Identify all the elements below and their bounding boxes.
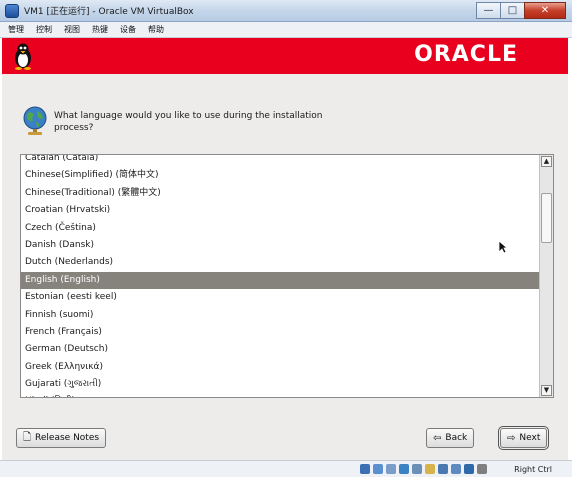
oracle-logo: ORACLE xyxy=(414,42,518,67)
status-tray-icons xyxy=(360,464,490,474)
language-prompt: What language would you like to use duri… xyxy=(54,111,323,133)
language-list-item[interactable]: Croatian (Hrvatski) xyxy=(21,202,539,219)
list-scrollbar[interactable]: ▲ ▼ xyxy=(539,155,553,397)
host-key-label: Right Ctrl xyxy=(514,465,552,474)
language-list-item[interactable]: Dutch (Nederlands) xyxy=(21,254,539,271)
menu-hotkey[interactable]: 热键 xyxy=(92,24,108,35)
menu-manage[interactable]: 管理 xyxy=(8,24,24,35)
language-list-item[interactable]: Danish (Dansk) xyxy=(21,237,539,254)
release-notes-button[interactable]: 🗋 Release Notes xyxy=(16,428,107,448)
language-list-item[interactable]: Gujarati (ગુજરાતી) xyxy=(21,376,539,393)
scroll-up-arrow-icon[interactable]: ▲ xyxy=(541,156,552,167)
language-list-items: Catalan (Català) Chinese(Simplified) (简体中… xyxy=(21,155,539,397)
language-list-item[interactable]: Catalan (Català) xyxy=(21,155,539,167)
language-list[interactable]: Catalan (Català) Chinese(Simplified) (简体中… xyxy=(20,154,554,398)
installer-header: ORACLE xyxy=(2,38,568,74)
shared-folders-icon[interactable] xyxy=(425,464,435,474)
window-title-bar[interactable]: VM1 [正在运行] - Oracle VM VirtualBox — □ ✕ xyxy=(0,0,572,22)
language-list-item[interactable]: Czech (Čeština) xyxy=(21,220,539,237)
window-controls: — □ ✕ xyxy=(476,2,566,19)
back-button[interactable]: ⇦ Back xyxy=(426,428,475,448)
optical-drive-icon[interactable] xyxy=(373,464,383,474)
keyboard-icon[interactable] xyxy=(477,464,487,474)
window-title: VM1 [正在运行] - Oracle VM VirtualBox xyxy=(24,7,194,17)
release-notes-label: Release Notes xyxy=(35,433,100,443)
language-list-item[interactable]: Chinese(Traditional) (繁體中文) xyxy=(21,185,539,202)
menu-control[interactable]: 控制 xyxy=(36,24,52,35)
virtualbox-app-icon xyxy=(5,4,19,18)
language-list-item[interactable]: Estonian (eesti keel) xyxy=(21,289,539,306)
vm-status-bar: Right Ctrl xyxy=(0,460,572,477)
maximize-button[interactable]: □ xyxy=(500,2,525,19)
language-list-item[interactable]: Chinese(Simplified) (简体中文) xyxy=(21,167,539,184)
menu-devices[interactable]: 设备 xyxy=(120,24,136,35)
installer-main-panel: What language would you like to use duri… xyxy=(2,74,568,460)
language-list-item[interactable]: French (Français) xyxy=(21,324,539,341)
language-list-item[interactable]: Finnish (suomi) xyxy=(21,307,539,324)
network-icon[interactable] xyxy=(399,464,409,474)
usb-icon[interactable] xyxy=(412,464,422,474)
document-icon: 🗋 xyxy=(23,431,32,443)
next-arrow-icon: ⇨ xyxy=(507,432,516,444)
menu-view[interactable]: 视图 xyxy=(64,24,80,35)
capture-icon[interactable] xyxy=(451,464,461,474)
close-button[interactable]: ✕ xyxy=(524,2,566,19)
language-list-item[interactable]: Greek (Ελληνικά) xyxy=(21,359,539,376)
menu-bar: 管理 控制 视图 热键 设备 帮助 xyxy=(0,22,572,38)
mouse-integration-icon[interactable] xyxy=(464,464,474,474)
harddisk-icon[interactable] xyxy=(360,464,370,474)
next-button[interactable]: ⇨ Next xyxy=(497,426,550,450)
audio-icon[interactable] xyxy=(386,464,396,474)
tux-penguin-icon xyxy=(15,43,31,70)
back-arrow-icon: ⇦ xyxy=(433,432,442,444)
mouse-cursor-icon xyxy=(498,240,508,254)
language-list-item[interactable]: English (English) xyxy=(21,271,539,290)
language-list-item[interactable]: Hindi (हिन्दी) xyxy=(21,393,539,397)
minimize-button[interactable]: — xyxy=(476,2,501,19)
language-list-item[interactable]: German (Deutsch) xyxy=(21,341,539,358)
scroll-down-arrow-icon[interactable]: ▼ xyxy=(541,385,552,396)
next-label: Next xyxy=(519,433,541,443)
globe-icon xyxy=(23,106,47,135)
back-label: Back xyxy=(445,433,468,443)
display-icon[interactable] xyxy=(438,464,448,474)
scroll-thumb[interactable] xyxy=(541,193,552,243)
menu-help[interactable]: 帮助 xyxy=(148,24,164,35)
